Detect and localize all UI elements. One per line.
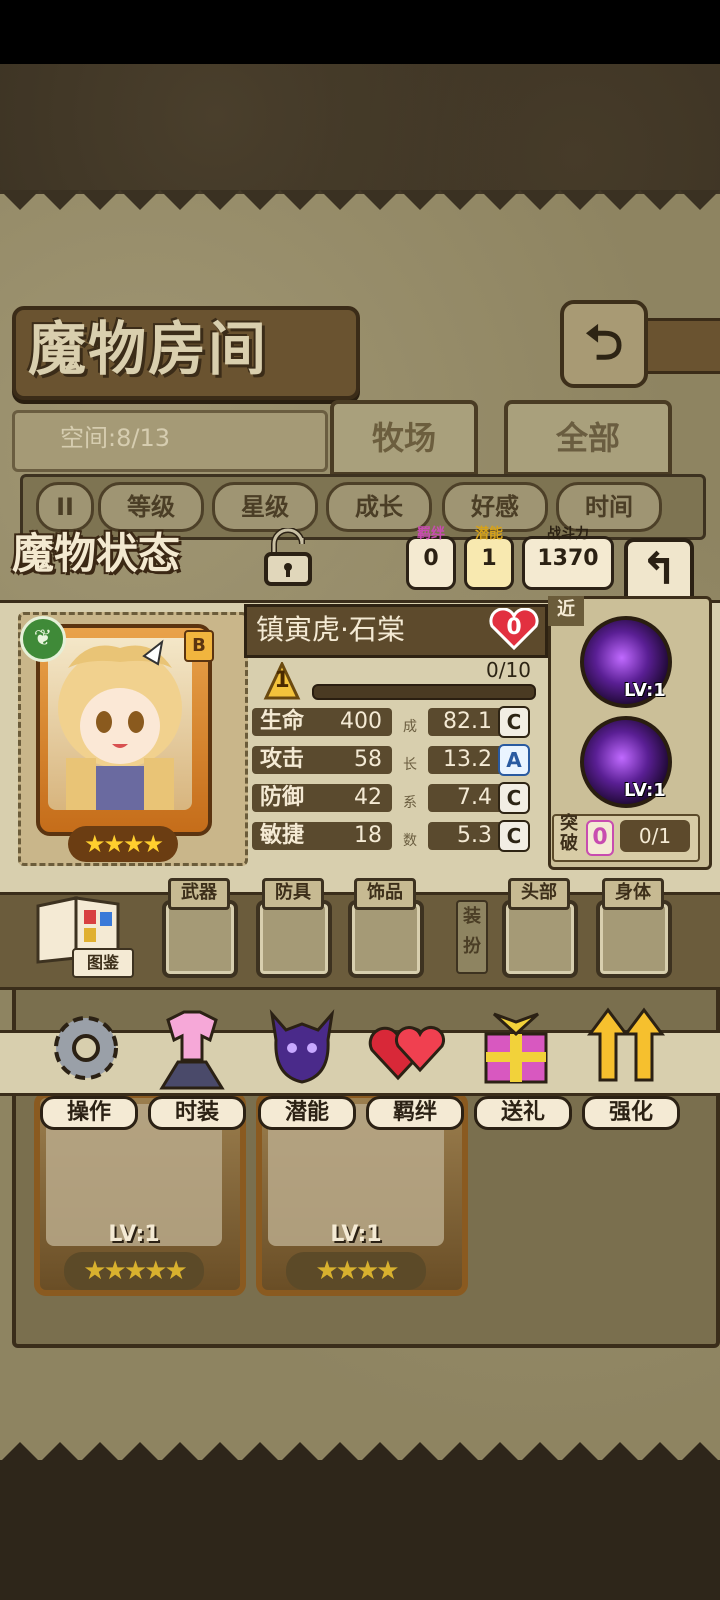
growth-value: 5.3 bbox=[457, 823, 492, 848]
monster-card-level: LV:1 bbox=[108, 1222, 160, 1247]
power-label: 战斗力 bbox=[547, 526, 589, 542]
power-chip: 战斗力 1370 bbox=[522, 527, 614, 590]
body-slot[interactable] bbox=[596, 900, 672, 978]
monster-art bbox=[58, 639, 182, 810]
gear-icon[interactable] bbox=[42, 1000, 130, 1096]
potential-chip: 潜能 1 bbox=[464, 527, 514, 590]
action-bond-label[interactable]: 羁绊 bbox=[366, 1096, 464, 1130]
bond-label: 羁绊 bbox=[417, 526, 445, 542]
exp-text: 0/10 bbox=[486, 658, 531, 682]
growth-grade: C bbox=[498, 706, 530, 738]
hearts-icon[interactable] bbox=[364, 1000, 452, 1096]
breakthrough-progress: 0/1 bbox=[620, 820, 690, 852]
space-label: 空间:8/13 bbox=[60, 424, 170, 452]
range-tag: 近 bbox=[548, 596, 584, 626]
sort-growth-button[interactable]: 成长 bbox=[326, 482, 432, 532]
weapon-slot[interactable] bbox=[162, 900, 238, 978]
monster-name: 镇寅虎·石棠 bbox=[256, 613, 405, 646]
growth-value: 7.4 bbox=[457, 785, 492, 810]
system-status-bar bbox=[0, 0, 720, 64]
action-operate-label[interactable]: 操作 bbox=[40, 1096, 138, 1130]
growth-value: 13.2 bbox=[443, 747, 492, 772]
action-potential-label[interactable]: 潜能 bbox=[258, 1096, 356, 1130]
power-value: 1370 bbox=[537, 546, 599, 571]
nature-element-icon: ❦ bbox=[20, 616, 66, 662]
return-arrow-icon[interactable]: ⮌ bbox=[560, 300, 648, 388]
action-gift-label[interactable]: 送礼 bbox=[474, 1096, 572, 1130]
head-slot[interactable] bbox=[502, 900, 578, 978]
action-fashion-label[interactable]: 时装 bbox=[148, 1096, 246, 1130]
growth-label-char: 数 bbox=[403, 833, 417, 849]
growth-value: 82.1 bbox=[443, 709, 492, 734]
back-button-bar bbox=[636, 318, 720, 374]
growth-label-char: 成 bbox=[403, 719, 417, 735]
monster-card-level: LV:1 bbox=[330, 1222, 382, 1247]
action-enhance-label[interactable]: 强化 bbox=[582, 1096, 680, 1130]
growth-label-char: 长 bbox=[403, 757, 417, 773]
unlock-icon[interactable] bbox=[256, 528, 322, 588]
map-background-bottom bbox=[0, 1460, 720, 1600]
breakthrough-label: 突破 bbox=[560, 813, 578, 854]
growth-label-char: 系 bbox=[403, 795, 417, 811]
stat-value: 42 bbox=[354, 785, 382, 810]
potential-label: 潜能 bbox=[475, 526, 503, 542]
growth-grade: A bbox=[498, 744, 530, 776]
exp-bar bbox=[312, 684, 536, 700]
breakthrough-count: 0 bbox=[586, 820, 614, 856]
gift-icon[interactable] bbox=[472, 1000, 560, 1096]
monster-portrait bbox=[48, 638, 192, 810]
skill-2-level: LV:1 bbox=[624, 780, 666, 801]
sort-affection-button[interactable]: 好感 bbox=[442, 482, 548, 532]
head-label: 头部 bbox=[508, 878, 570, 910]
body-label: 身体 bbox=[602, 878, 664, 910]
rank-badge: B bbox=[184, 630, 214, 662]
monster-level: 1 bbox=[274, 668, 290, 693]
monster-card-stars: ★★★★★ bbox=[64, 1252, 204, 1290]
dress-label: 装扮 bbox=[456, 900, 488, 974]
monster-card-stars: ★★★★ bbox=[286, 1252, 426, 1290]
star-rating: ★★★★ bbox=[68, 826, 178, 862]
tab-all[interactable]: 全部 bbox=[504, 400, 672, 476]
demon-icon[interactable] bbox=[258, 1000, 346, 1096]
potential-value: 1 bbox=[481, 546, 497, 571]
upgrade-arrows-icon[interactable] bbox=[582, 1000, 670, 1096]
map-background-top bbox=[0, 64, 720, 194]
guide-label: 图鉴 bbox=[72, 948, 134, 978]
status-title: 魔物状态 bbox=[12, 529, 181, 578]
page-title: 魔物房间 bbox=[28, 315, 269, 383]
stat-value: 58 bbox=[354, 747, 382, 772]
skill-1-level: LV:1 bbox=[624, 680, 666, 701]
bond-value: 0 bbox=[423, 546, 439, 571]
armor-label: 防具 bbox=[262, 878, 324, 910]
growth-grade: C bbox=[498, 820, 530, 852]
bond-chip: 羁绊 0 bbox=[406, 527, 456, 590]
zigzag-border-top bbox=[0, 190, 720, 210]
zigzag-border-bottom bbox=[0, 1442, 720, 1462]
armor-slot[interactable] bbox=[256, 900, 332, 978]
stat-value: 18 bbox=[354, 823, 382, 848]
outfit-icon[interactable] bbox=[148, 1000, 236, 1096]
stat-value: 400 bbox=[340, 709, 382, 734]
affection-value: 0 bbox=[506, 615, 522, 640]
sort-time-button[interactable]: 时间 bbox=[556, 482, 662, 532]
weapon-label: 武器 bbox=[168, 878, 230, 910]
tab-farm[interactable]: 牧场 bbox=[330, 400, 478, 476]
accessory-slot[interactable] bbox=[348, 900, 424, 978]
growth-grade: C bbox=[498, 782, 530, 814]
accessory-label: 饰品 bbox=[354, 878, 416, 910]
